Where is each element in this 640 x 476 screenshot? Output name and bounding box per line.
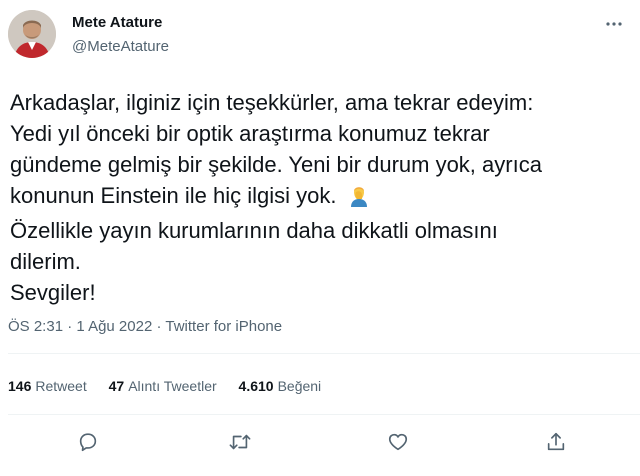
author-name[interactable]: Mete Atature (72, 14, 162, 31)
quote-count: 47 (108, 378, 125, 394)
like-count-link[interactable]: 4.610 Beğeni (239, 378, 322, 394)
like-count: 4.610 (238, 378, 274, 394)
meta-separator: · (67, 318, 73, 335)
reply-icon[interactable] (74, 428, 102, 456)
tweet-meta: ÖS 2:31 · 1 Ağu 2022 · Twitter for iPhon… (8, 318, 282, 335)
like-icon[interactable] (384, 428, 412, 456)
tweet-line: Arkadaşlar, ilginiz için teşekkürler, am… (10, 90, 534, 115)
avatar-photo (8, 10, 56, 58)
share-icon[interactable] (542, 428, 570, 456)
like-icon-svg (388, 433, 408, 451)
meta-separator: · (156, 318, 162, 335)
tweet-stats: 146 Retweet 47 Alıntı Tweetler 4.610 Beğeni (8, 378, 339, 394)
tweet-time[interactable]: ÖS 2:31 (8, 318, 63, 335)
tweet-line: Özellikle yayın kurumlarının daha dikkat… (10, 218, 498, 243)
more-options-icon[interactable] (604, 14, 624, 39)
tweet-line: konunun Einstein ile hiç ilgisi yok. (10, 183, 337, 208)
author-handle[interactable]: @MeteAtature (72, 38, 169, 55)
retweet-icon-svg (229, 434, 251, 450)
tweet-line-with-emoji: konunun Einstein ile hiç ilgisi yok. (10, 180, 630, 215)
divider (8, 414, 640, 415)
like-label: Beğeni (277, 378, 322, 394)
retweet-count: 146 (8, 378, 32, 394)
reply-icon-svg (79, 433, 97, 452)
share-icon-svg (547, 432, 565, 451)
tweet-date[interactable]: 1 Ağu 2022 (76, 318, 152, 335)
retweet-label: Retweet (35, 378, 87, 394)
tweet-source[interactable]: Twitter for iPhone (165, 318, 282, 335)
tweet-line: Yedi yıl önceki bir optik araştırma konu… (10, 121, 490, 146)
more-options-icon-svg (606, 22, 622, 26)
tweet-line: dilerim. (10, 249, 81, 274)
avatar[interactable] (8, 10, 56, 58)
tweet-line: gündeme gelmiş bir şekilde. Yeni bir dur… (10, 152, 542, 177)
tweet-text: Arkadaşlar, ilginiz için teşekkürler, am… (10, 87, 630, 308)
divider (8, 353, 640, 354)
tweet-actions (0, 422, 640, 462)
tweet-line: Sevgiler! (10, 280, 96, 305)
quote-label: Alıntı Tweetler (128, 378, 217, 394)
facepalm-emoji (347, 183, 371, 215)
retweet-count-link[interactable]: 146 Retweet (8, 378, 87, 394)
quote-count-link[interactable]: 47 Alıntı Tweetler (109, 378, 217, 394)
retweet-icon[interactable] (226, 428, 254, 456)
